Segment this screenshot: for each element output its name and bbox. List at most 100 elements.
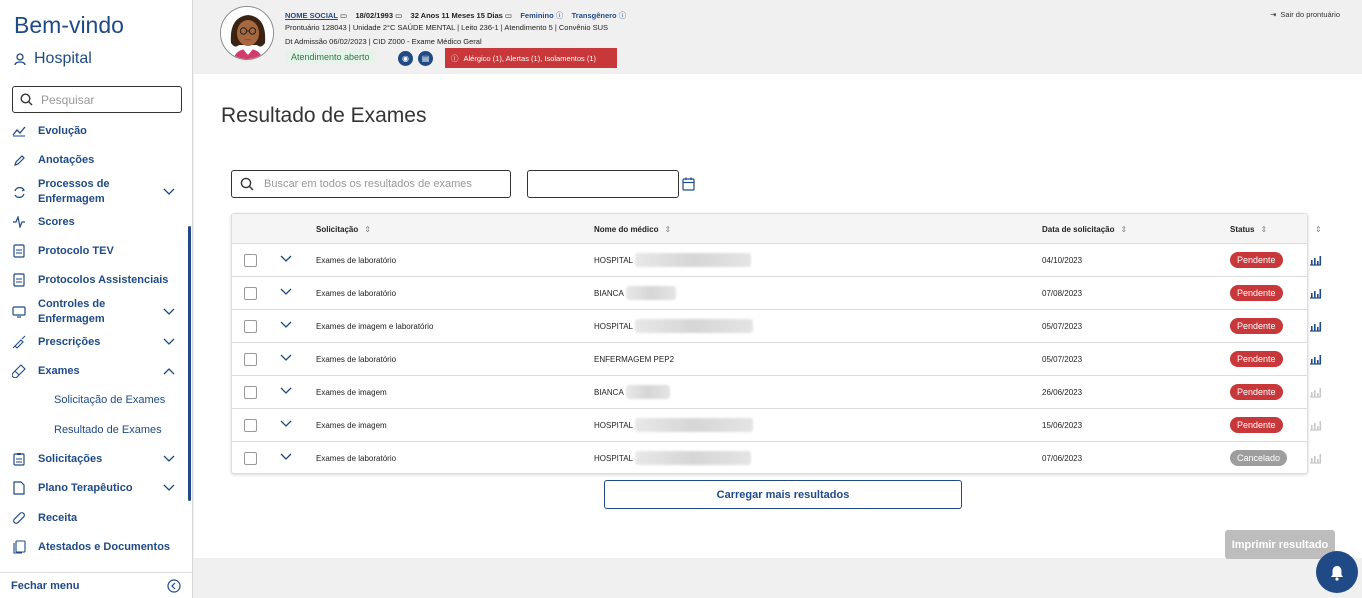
sidebar-item-solicitacoes[interactable]: Solicitações: [0, 452, 185, 466]
sidebar-item-anotacoes[interactable]: Anotações: [0, 153, 185, 167]
chevron-down-icon[interactable]: [280, 387, 292, 395]
pill-icon: [12, 511, 26, 525]
column-solicitation[interactable]: Solicitação ⇕: [316, 225, 371, 234]
table-row[interactable]: Exames de laboratório HOSPITAL 04/10/202…: [232, 244, 1322, 277]
syringe-icon: [12, 335, 26, 349]
table-row[interactable]: Exames de laboratório ENFERMAGEM PEP2 05…: [232, 343, 1322, 376]
clipboard-icon: [12, 452, 26, 466]
sort-icon[interactable]: ⇕: [1315, 225, 1322, 234]
sidebar-item-label: Atestados e Documentos: [38, 541, 171, 553]
sidebar-item-processos[interactable]: Processos de Enfermagem: [0, 177, 185, 207]
sidebar-item-protocolo-tev[interactable]: Protocolo TEV: [0, 244, 185, 258]
sidebar-item-plano-terapeutico[interactable]: Plano Terapêutico: [0, 481, 185, 495]
row-type: Exames de imagem e laboratório: [316, 322, 434, 331]
sidebar-item-receita[interactable]: Receita: [0, 511, 185, 525]
patient-name-link[interactable]: NOME SOCIAL: [285, 11, 338, 20]
column-actions[interactable]: ⇕: [1315, 225, 1322, 234]
table-row[interactable]: Exames de laboratório BIANCA 07/08/2023 …: [232, 277, 1322, 310]
table-row[interactable]: Exames de imagem BIANCA 26/06/2023 Pende…: [232, 376, 1322, 409]
info-icon[interactable]: ⓘ: [619, 11, 627, 20]
document-icon: [12, 273, 26, 287]
load-more-button[interactable]: Carregar mais resultados: [604, 480, 962, 509]
patient-line-1: NOME SOCIAL ▭ 18/02/1993 ▭ 32 Anos 11 Me…: [285, 10, 626, 21]
chevron-down-icon[interactable]: [280, 255, 292, 263]
row-doctor: HOSPITAL: [594, 319, 753, 333]
column-date[interactable]: Data de solicitação ⇕: [1042, 225, 1127, 234]
redacted-name: [634, 418, 753, 432]
sidebar-item-evolucao[interactable]: Evolução: [0, 124, 185, 138]
bar-chart-icon[interactable]: [1309, 287, 1322, 299]
file-icon: [12, 481, 26, 495]
sidebar-item-label: Protocolo TEV: [38, 245, 114, 257]
table-row[interactable]: Exames de imagem HOSPITAL 15/06/2023 Pen…: [232, 409, 1322, 442]
sidebar-footer[interactable]: Fechar menu: [0, 572, 192, 598]
patient-avatar: [220, 6, 274, 60]
chevron-down-icon[interactable]: [280, 453, 292, 461]
column-status[interactable]: Status ⇕: [1230, 225, 1267, 234]
notifications-button[interactable]: [1316, 551, 1358, 593]
chevron-down-icon[interactable]: [280, 420, 292, 428]
test-tube-icon: [12, 364, 26, 378]
sort-icon[interactable]: ⇕: [364, 225, 371, 234]
row-checkbox[interactable]: [244, 320, 257, 333]
table-row[interactable]: Exames de imagem e laboratório HOSPITAL …: [232, 310, 1322, 343]
table-row[interactable]: Exames de laboratório HOSPITAL 07/06/202…: [232, 442, 1322, 475]
calendar-icon: ▭: [395, 11, 403, 20]
sidebar-item-label: Scores: [38, 216, 75, 228]
doctor-name: HOSPITAL: [594, 420, 633, 430]
info-icon[interactable]: ⓘ: [556, 11, 564, 20]
status-badge: Pendente: [1230, 384, 1283, 400]
sidebar-item-scores[interactable]: Scores: [0, 215, 185, 229]
sidebar-item-label: Processos de Enfermagem: [38, 178, 110, 205]
sidebar-scrollbar[interactable]: [188, 226, 191, 501]
results-search[interactable]: [231, 170, 511, 198]
row-checkbox[interactable]: [244, 386, 257, 399]
patient-identity: Transgênero: [571, 11, 617, 20]
pill-icon[interactable]: ◉: [398, 51, 413, 66]
row-checkbox[interactable]: [244, 254, 257, 267]
bar-chart-icon[interactable]: [1309, 254, 1322, 266]
results-search-input[interactable]: [264, 178, 504, 190]
sort-icon[interactable]: ⇕: [1260, 225, 1267, 234]
status-badge: Pendente: [1230, 417, 1283, 433]
sidebar-item-controles[interactable]: Controles de Enfermagem: [0, 297, 185, 327]
column-doctor[interactable]: Nome do médico ⇕: [594, 225, 671, 234]
user-icon: [14, 52, 26, 65]
sort-icon[interactable]: ⇕: [1120, 225, 1127, 234]
chevron-down-icon[interactable]: [280, 321, 292, 329]
document-icon: [12, 244, 26, 258]
chevron-left-circle-icon[interactable]: [167, 578, 181, 593]
sidebar-item-protocolos-assistenciais[interactable]: Protocolos Assistenciais: [0, 273, 185, 287]
doctor-name: HOSPITAL: [594, 255, 633, 265]
close-menu-label: Fechar menu: [11, 579, 80, 592]
date-filter-input[interactable]: [527, 170, 679, 198]
sidebar-search-input[interactable]: [41, 92, 171, 107]
row-type: Exames de imagem: [316, 388, 387, 397]
sidebar-item-prescricoes[interactable]: Prescrições: [0, 335, 185, 349]
calendar-icon[interactable]: [682, 177, 695, 191]
sidebar-item-exames[interactable]: Exames: [0, 364, 185, 378]
chevron-down-icon[interactable]: [280, 354, 292, 362]
row-checkbox[interactable]: [244, 419, 257, 432]
print-result-button[interactable]: Imprimir resultado: [1225, 530, 1335, 559]
sidebar-search[interactable]: [12, 86, 182, 113]
sidebar-subitem-solicitacao-exames[interactable]: Solicitação de Exames: [54, 394, 165, 406]
row-date: 07/06/2023: [1042, 454, 1083, 463]
sidebar-subitem-resultado-exames[interactable]: Resultado de Exames: [54, 424, 162, 436]
logout-link[interactable]: ⇥ Sair do prontuário: [1270, 10, 1340, 19]
alerts-banner[interactable]: ⓘ Alérgico (1), Alertas (1), Isolamentos…: [445, 48, 617, 68]
row-checkbox[interactable]: [244, 353, 257, 366]
bar-chart-icon[interactable]: [1309, 353, 1322, 365]
bar-chart-icon[interactable]: [1309, 320, 1322, 332]
row-doctor: BIANCA: [594, 286, 676, 300]
sidebar-item-atestados[interactable]: Atestados e Documentos: [0, 540, 185, 554]
pencil-icon: [12, 153, 26, 167]
redacted-name: [625, 286, 676, 300]
copy-icon[interactable]: ▭: [340, 11, 347, 20]
chevron-down-icon[interactable]: [280, 288, 292, 296]
sort-icon[interactable]: ⇕: [664, 225, 671, 234]
row-checkbox[interactable]: [244, 287, 257, 300]
row-checkbox[interactable]: [244, 452, 257, 465]
document-icon[interactable]: ▤: [418, 51, 433, 66]
chevron-down-icon: [163, 308, 175, 315]
